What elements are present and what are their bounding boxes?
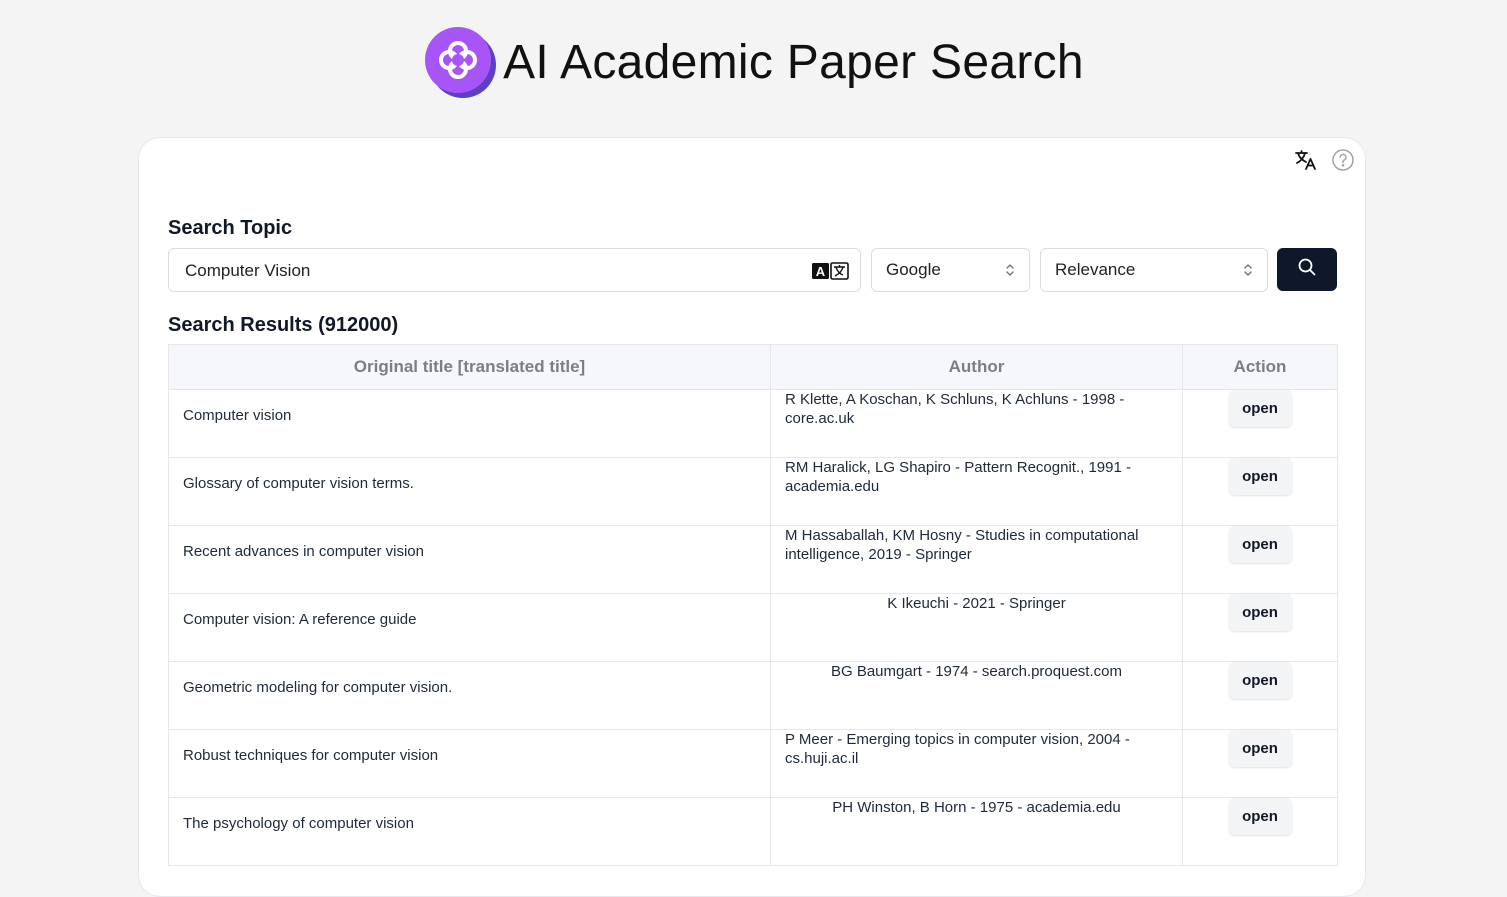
open-button[interactable]: open bbox=[1228, 730, 1292, 767]
open-button[interactable]: open bbox=[1228, 526, 1292, 563]
app-title: AI Academic Paper Search bbox=[503, 35, 1084, 89]
paper-title: The psychology of computer vision bbox=[183, 815, 414, 832]
app-header: AI Academic Paper Search bbox=[0, 22, 1507, 102]
table-header-row: Original title [translated title] Author… bbox=[168, 344, 1338, 390]
paper-title: Computer vision: A reference guide bbox=[183, 611, 417, 628]
search-card: Search Topic A Google Relevance bbox=[138, 137, 1366, 897]
open-button[interactable]: open bbox=[1228, 458, 1292, 495]
open-button[interactable]: open bbox=[1228, 594, 1292, 631]
table-row: Robust techniques for computer vision P … bbox=[168, 729, 1338, 798]
table-row: Computer vision: A reference guide K Ike… bbox=[168, 593, 1338, 662]
paper-author: M Hassaballah, KM Hosny - Studies in com… bbox=[785, 527, 1139, 563]
engine-select-value: Google bbox=[886, 260, 941, 279]
table-row: The psychology of computer vision PH Win… bbox=[168, 797, 1338, 866]
table-row: Computer vision R Klette, A Koschan, K S… bbox=[168, 389, 1338, 458]
paper-title: Geometric modeling for computer vision. bbox=[183, 679, 453, 696]
sort-select[interactable]: Relevance bbox=[1040, 248, 1268, 292]
paper-title: Robust techniques for computer vision bbox=[183, 747, 439, 764]
paper-title: Computer vision bbox=[183, 407, 292, 424]
table-row: Recent advances in computer vision M Has… bbox=[168, 525, 1338, 594]
search-topic-label: Search Topic bbox=[168, 217, 293, 239]
open-button[interactable]: open bbox=[1228, 390, 1292, 427]
search-input-wrapper: A bbox=[168, 248, 861, 293]
table-row: Glossary of computer vision terms. RM Ha… bbox=[168, 457, 1338, 526]
paper-author: BG Baumgart - 1974 - search.proquest.com bbox=[831, 663, 1122, 680]
paper-author: RM Haralick, LG Shapiro - Pattern Recogn… bbox=[785, 459, 1131, 495]
column-header-author: Author bbox=[770, 344, 1183, 390]
paper-title: Recent advances in computer vision bbox=[183, 543, 424, 560]
search-button[interactable] bbox=[1277, 248, 1337, 291]
paper-author: K Ikeuchi - 2021 - Springer bbox=[887, 595, 1066, 612]
sort-select-value: Relevance bbox=[1055, 260, 1136, 279]
translate-icon[interactable] bbox=[1293, 148, 1317, 172]
column-header-action: Action bbox=[1182, 344, 1338, 390]
translate-query-icon[interactable]: A bbox=[812, 261, 850, 281]
paper-title: Glossary of computer vision terms. bbox=[183, 475, 414, 492]
help-circle-icon[interactable] bbox=[1331, 148, 1355, 172]
table-row: Geometric modeling for computer vision. … bbox=[168, 661, 1338, 730]
open-button[interactable]: open bbox=[1228, 662, 1292, 699]
svg-text:A: A bbox=[816, 264, 826, 279]
search-input[interactable] bbox=[183, 249, 807, 293]
paper-author: PH Winston, B Horn - 1975 - academia.edu bbox=[832, 799, 1121, 816]
open-button[interactable]: open bbox=[1228, 798, 1292, 835]
top-toolbar bbox=[1293, 148, 1355, 172]
clover-logo-icon bbox=[423, 25, 497, 99]
results-table: Original title [translated title] Author… bbox=[168, 344, 1338, 866]
chevron-up-down-icon bbox=[1005, 262, 1015, 278]
paper-author: P Meer - Emerging topics in computer vis… bbox=[785, 731, 1130, 767]
engine-select[interactable]: Google bbox=[871, 248, 1030, 292]
paper-author: R Klette, A Koschan, K Schluns, K Achlun… bbox=[785, 391, 1125, 427]
column-header-title: Original title [translated title] bbox=[168, 344, 771, 390]
chevron-up-down-icon bbox=[1243, 262, 1253, 278]
search-icon bbox=[1297, 257, 1317, 282]
search-results-heading: Search Results (912000) bbox=[168, 314, 399, 336]
